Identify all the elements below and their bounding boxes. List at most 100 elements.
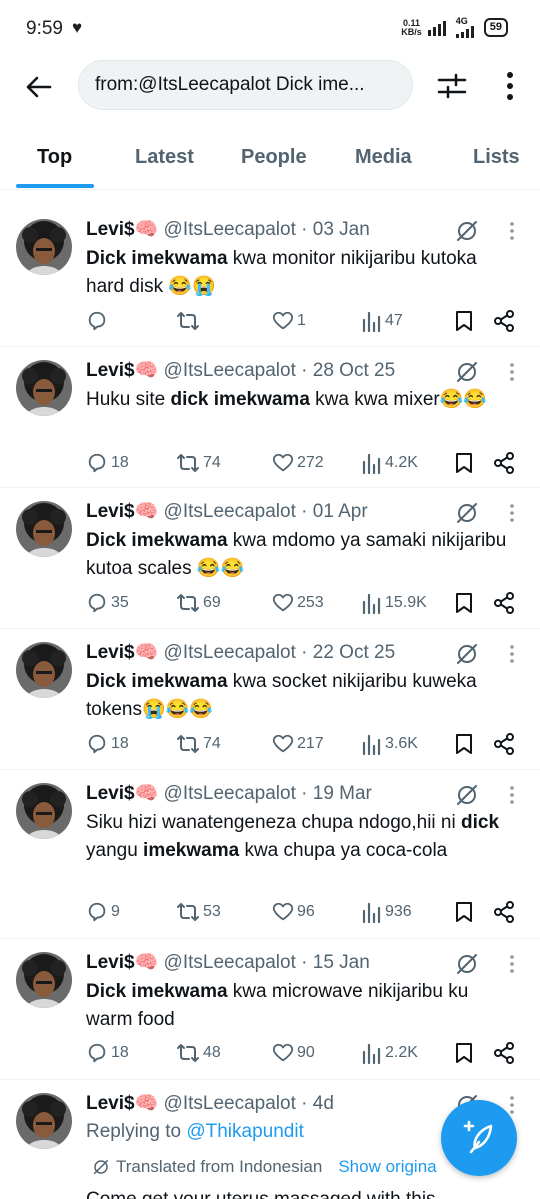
tab-media[interactable]: Media [355, 146, 412, 169]
display-name[interactable]: Levi$🧠 [86, 1093, 158, 1114]
like-button[interactable]: 253 [272, 592, 324, 614]
repost-button[interactable]: 48 [176, 1042, 221, 1064]
reply-icon [88, 453, 106, 473]
back-button[interactable] [22, 70, 56, 104]
grok-icon[interactable] [455, 219, 479, 243]
reply-button[interactable]: 18 [86, 1042, 129, 1064]
reply-button[interactable]: 18 [86, 452, 129, 474]
username[interactable]: @ItsLeecapalot [164, 219, 296, 240]
view-count: 3.6K [385, 735, 418, 752]
more-icon[interactable] [508, 503, 516, 523]
username[interactable]: @ItsLeecapalot [164, 501, 296, 522]
views-button[interactable]: 4.2K [362, 452, 418, 474]
username[interactable]: @ItsLeecapalot [164, 783, 296, 804]
display-name[interactable]: Levi$🧠 [86, 219, 158, 240]
share-button[interactable] [493, 733, 515, 755]
tweet-date[interactable]: · 19 Mar [301, 783, 372, 804]
compose-post-button[interactable] [441, 1100, 517, 1176]
avatar[interactable] [16, 783, 72, 839]
like-count: 96 [297, 903, 315, 920]
more-icon[interactable] [508, 362, 516, 382]
tweet-date[interactable]: · 15 Jan [301, 952, 370, 973]
tweet-date[interactable]: · 03 Jan [301, 219, 370, 240]
share-button[interactable] [493, 592, 515, 614]
views-icon [362, 734, 381, 755]
views-button[interactable]: 936 [362, 901, 412, 923]
tweet-date[interactable]: · 4d [301, 1093, 334, 1114]
reply-button[interactable]: 18 [86, 733, 129, 755]
username[interactable]: @ItsLeecapalot [164, 952, 296, 973]
repost-button[interactable]: 74 [176, 452, 221, 474]
tab-latest[interactable]: Latest [135, 146, 194, 169]
like-button[interactable]: 272 [272, 452, 324, 474]
bookmark-button[interactable] [455, 310, 473, 332]
like-button[interactable]: 96 [272, 901, 315, 923]
like-button[interactable]: 1 [272, 310, 306, 332]
repost-button[interactable]: 69 [176, 592, 221, 614]
like-button[interactable]: 90 [272, 1042, 315, 1064]
username[interactable]: @ItsLeecapalot [164, 642, 296, 663]
more-icon[interactable] [508, 954, 516, 974]
display-name[interactable]: Levi$🧠 [86, 501, 158, 522]
tweet[interactable]: Levi$🧠 @ItsLeecapalot · 22 Oct 25 Dick i… [0, 630, 540, 770]
reply-button[interactable] [86, 310, 111, 332]
like-button[interactable]: 217 [272, 733, 324, 755]
tweet[interactable]: Levi$🧠 @ItsLeecapalot · 19 Mar Siku hizi… [0, 771, 540, 939]
username[interactable]: @ItsLeecapalot [164, 360, 296, 381]
bookmark-button[interactable] [455, 1042, 473, 1064]
display-name[interactable]: Levi$🧠 [86, 642, 158, 663]
reply-button[interactable]: 9 [86, 901, 120, 923]
tweet[interactable]: Levi$🧠 @ItsLeecapalot · 01 Apr Dick imek… [0, 489, 540, 629]
replying-to-link[interactable]: @Thikapundit [186, 1121, 304, 1142]
tweet[interactable]: Levi$🧠 @ItsLeecapalot · 28 Oct 25 Huku s… [0, 348, 540, 488]
bookmark-button[interactable] [455, 452, 473, 474]
display-name[interactable]: Levi$🧠 [86, 360, 158, 381]
bookmark-button[interactable] [455, 592, 473, 614]
more-icon[interactable] [508, 221, 516, 241]
display-name[interactable]: Levi$🧠 [86, 783, 158, 804]
more-options-button[interactable] [496, 68, 524, 104]
tab-people[interactable]: People [241, 146, 307, 169]
avatar[interactable] [16, 360, 72, 416]
avatar[interactable] [16, 952, 72, 1008]
tweet-date[interactable]: · 22 Oct 25 [301, 642, 395, 663]
tweet-date[interactable]: · 28 Oct 25 [301, 360, 395, 381]
avatar[interactable] [16, 642, 72, 698]
tweet[interactable]: Levi$🧠 @ItsLeecapalot · 03 Jan Dick imek… [0, 207, 540, 347]
repost-button[interactable]: 74 [176, 733, 221, 755]
views-button[interactable]: 3.6K [362, 733, 418, 755]
tweet[interactable]: Levi$🧠 @ItsLeecapalot · 15 Jan Dick imek… [0, 940, 540, 1080]
tab-lists[interactable]: Lists [473, 146, 520, 169]
views-button[interactable]: 2.2K [362, 1042, 418, 1064]
show-original-link[interactable]: Show origina [338, 1157, 436, 1177]
share-button[interactable] [493, 1042, 515, 1064]
repost-button[interactable]: 53 [176, 901, 221, 923]
more-icon[interactable] [508, 1095, 516, 1115]
grok-icon[interactable] [455, 501, 479, 525]
share-button[interactable] [493, 901, 515, 923]
reply-button[interactable]: 35 [86, 592, 129, 614]
views-button[interactable]: 15.9K [362, 592, 427, 614]
bookmark-button[interactable] [455, 733, 473, 755]
bookmark-button[interactable] [455, 901, 473, 923]
more-icon[interactable] [508, 644, 516, 664]
grok-icon[interactable] [455, 642, 479, 666]
search-input[interactable]: from:@ItsLeecapalot Dick ime... [78, 60, 413, 110]
share-button[interactable] [493, 452, 515, 474]
grok-icon[interactable] [455, 783, 479, 807]
avatar[interactable] [16, 501, 72, 557]
repost-icon [177, 594, 199, 612]
tweet-date[interactable]: · 01 Apr [301, 501, 368, 522]
repost-button[interactable] [176, 310, 203, 332]
display-name[interactable]: Levi$🧠 [86, 952, 158, 973]
search-filter-button[interactable] [436, 70, 468, 102]
grok-icon[interactable] [455, 360, 479, 384]
avatar[interactable] [16, 219, 72, 275]
grok-icon[interactable] [455, 952, 479, 976]
views-button[interactable]: 47 [362, 310, 403, 332]
avatar[interactable] [16, 1093, 72, 1149]
more-icon[interactable] [508, 785, 516, 805]
tab-top[interactable]: Top [37, 146, 72, 169]
share-button[interactable] [493, 310, 515, 332]
username[interactable]: @ItsLeecapalot [164, 1093, 296, 1114]
